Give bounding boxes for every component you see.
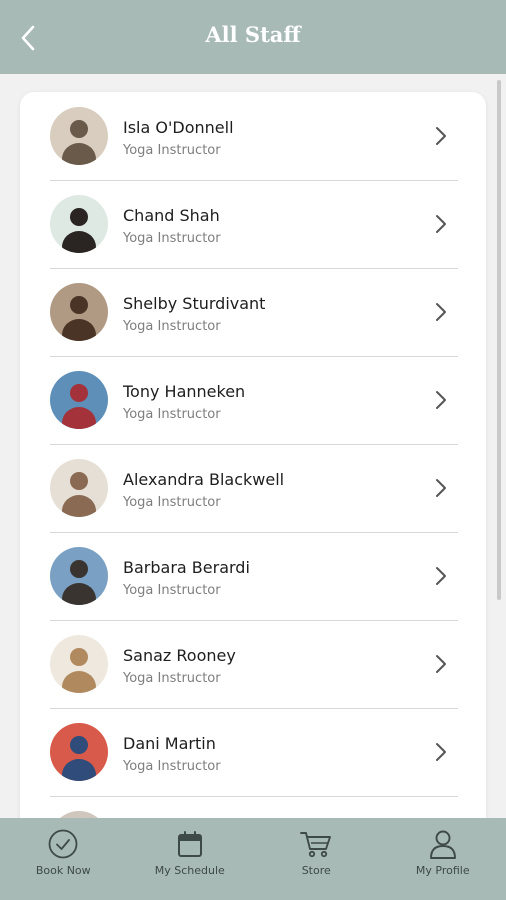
chevron-right-icon — [436, 303, 446, 321]
staff-role: Yoga Instructor — [123, 231, 221, 246]
staff-row[interactable]: Dani Martin Yoga Instructor — [50, 708, 458, 797]
page-title: All Staff — [205, 22, 301, 47]
avatar — [50, 635, 108, 693]
scrollbar[interactable] — [497, 80, 501, 600]
header-bar: All Staff — [0, 0, 506, 74]
staff-row[interactable]: Barbara Berardi Yoga Instructor — [50, 532, 458, 621]
tab-store[interactable]: Store — [253, 818, 380, 900]
staff-name: Sanaz Rooney — [123, 646, 236, 665]
staff-name: Tony Hanneken — [123, 382, 246, 401]
staff-role: Yoga Instructor — [123, 319, 221, 334]
user-icon — [429, 830, 456, 859]
tab-book-now[interactable]: Book Now — [0, 818, 127, 900]
staff-row[interactable]: Alexandra Blackwell Yoga Instructor — [50, 444, 458, 533]
staff-name: Barbara Berardi — [123, 558, 250, 577]
check-circle-icon — [48, 829, 78, 859]
staff-list: Isla O'Donnell Yoga Instructor Chand Shah Y… — [20, 92, 486, 852]
chevron-right-icon — [436, 391, 446, 409]
tab-label: Book Now — [35, 864, 91, 877]
staff-row[interactable]: Sanaz Rooney Yoga Instructor — [50, 620, 458, 709]
tab-label: My Schedule — [154, 864, 225, 877]
chevron-right-icon — [436, 215, 446, 233]
staff-name: Isla O'Donnell — [123, 118, 234, 137]
staff-role: Yoga Instructor — [123, 143, 221, 158]
chevron-right-icon — [436, 743, 446, 761]
tab-label: My Profile — [415, 864, 470, 877]
avatar — [50, 195, 108, 253]
tab-my-profile[interactable]: My Profile — [380, 818, 506, 900]
staff-row[interactable]: Chand Shah Yoga Instructor — [50, 180, 458, 269]
bottom-tab-bar: Book Now My Schedule Store My Profile — [0, 818, 506, 900]
chevron-right-icon — [436, 127, 446, 145]
tab-label: Store — [301, 864, 331, 877]
cart-icon — [300, 832, 332, 858]
avatar — [50, 547, 108, 605]
avatar — [50, 371, 108, 429]
staff-role: Yoga Instructor — [123, 495, 221, 510]
staff-row[interactable]: Tony Hanneken Yoga Instructor — [50, 356, 458, 445]
calendar-icon — [177, 831, 202, 857]
avatar — [50, 107, 108, 165]
avatar — [50, 283, 108, 341]
chevron-right-icon — [436, 567, 446, 585]
staff-row[interactable]: Isla O'Donnell Yoga Instructor — [50, 92, 458, 181]
staff-role: Yoga Instructor — [123, 759, 221, 774]
staff-name: Dani Martin — [123, 734, 216, 753]
staff-role: Yoga Instructor — [123, 671, 221, 686]
tab-my-schedule[interactable]: My Schedule — [127, 818, 254, 900]
staff-row[interactable]: Shelby Sturdivant Yoga Instructor — [50, 268, 458, 357]
staff-role: Yoga Instructor — [123, 407, 221, 422]
staff-name: Chand Shah — [123, 206, 220, 225]
staff-role: Yoga Instructor — [123, 583, 221, 598]
avatar — [50, 723, 108, 781]
staff-name: Alexandra Blackwell — [123, 470, 285, 489]
staff-name: Shelby Sturdivant — [123, 294, 266, 313]
avatar — [50, 459, 108, 517]
chevron-right-icon — [436, 655, 446, 673]
chevron-right-icon — [436, 479, 446, 497]
